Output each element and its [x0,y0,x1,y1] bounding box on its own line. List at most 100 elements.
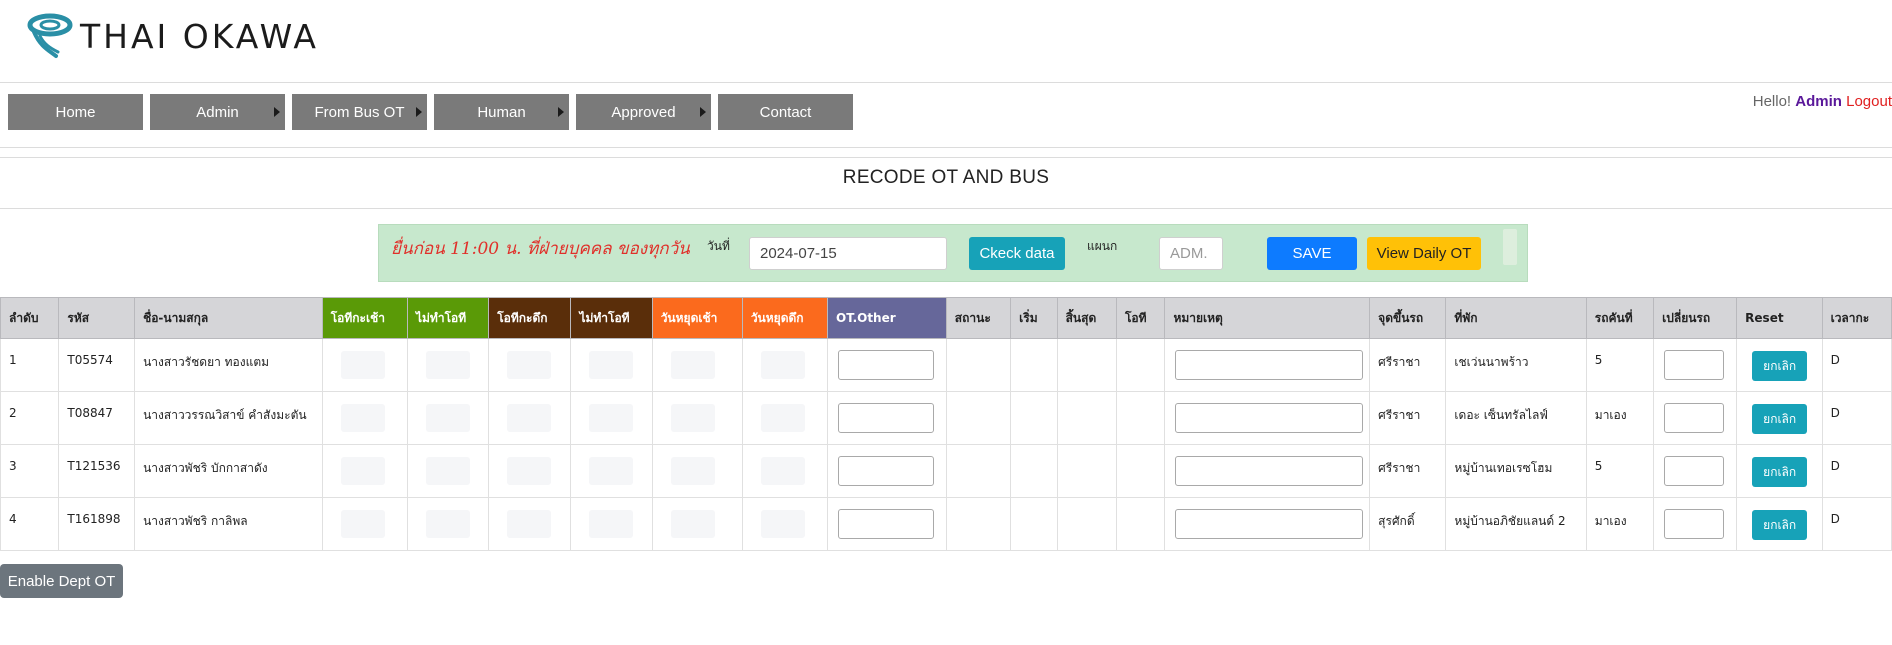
holiday-night-checkbox[interactable] [760,457,805,485]
cell-pickup: ศรีราชา [1369,444,1447,498]
cell-pickup: ศรีราชา [1369,338,1447,392]
col-header-ot: โอที [1115,297,1166,339]
checkbox-cell [406,338,490,392]
reset-cell: ยกเลิก [1736,338,1823,392]
check-data-button[interactable]: Ckeck data [969,237,1065,270]
cancel-button[interactable]: ยกเลิก [1752,457,1808,487]
cell-status [945,497,1012,551]
ot-other-input[interactable] [838,350,934,380]
ot-morning-checkbox[interactable] [340,404,385,432]
no-ot-morning-checkbox[interactable] [425,351,470,379]
change-car-input[interactable] [1664,509,1725,539]
reset-cell: ยกเลิก [1736,497,1823,551]
nav-admin[interactable]: Admin [150,94,285,130]
no-ot-morning-checkbox[interactable] [425,510,470,538]
remark-input[interactable] [1175,456,1364,486]
cell-no: 4 [0,497,60,551]
cell-car: มาเอง [1585,391,1655,445]
ot-night-checkbox[interactable] [507,351,552,379]
checkbox-cell [488,497,572,551]
cell-status [945,338,1012,392]
col-header-no: ลำดับ [0,297,60,339]
no-ot-night-checkbox[interactable] [589,351,634,379]
cell-ot [1115,497,1166,551]
col-header-pickup: จุดขึ้นรถ [1369,297,1447,339]
nav-contact[interactable]: Contact [718,94,853,130]
holiday-morning-checkbox[interactable] [670,351,715,379]
col-header-remark: หมายเหตุ [1164,297,1371,339]
cancel-button[interactable]: ยกเลิก [1752,510,1808,540]
remark-input[interactable] [1175,403,1364,433]
ot-night-checkbox[interactable] [507,404,552,432]
change-car-input[interactable] [1664,456,1725,486]
ot-other-input[interactable] [838,509,934,539]
checkbox-cell [651,444,743,498]
no-ot-morning-checkbox[interactable] [425,404,470,432]
nav-approved[interactable]: Approved [576,94,711,130]
checkbox-cell [651,391,743,445]
cell-residence: หมู่บ้านเทอเรซโฮม [1445,444,1587,498]
nav-human[interactable]: Human [434,94,569,130]
date-label: วันที่ [707,239,730,253]
holiday-night-checkbox[interactable] [760,510,805,538]
okawa-swirl-icon [27,13,73,58]
date-input[interactable]: 2024-07-15 [749,237,947,270]
no-ot-night-checkbox[interactable] [589,510,634,538]
cancel-button[interactable]: ยกเลิก [1752,404,1808,434]
holiday-night-checkbox[interactable] [760,351,805,379]
cell-pickup: สุรศักดิ์ [1369,497,1447,551]
logout-link[interactable]: Logout [1846,93,1892,110]
ot-night-checkbox[interactable] [507,457,552,485]
no-ot-morning-checkbox[interactable] [425,457,470,485]
ot-morning-checkbox[interactable] [340,351,385,379]
save-button[interactable]: SAVE [1267,237,1357,270]
user-greeting: Hello! Admin Logout [1753,93,1892,110]
cell-ot [1115,338,1166,392]
ot-morning-checkbox[interactable] [340,510,385,538]
remark-input[interactable] [1175,509,1364,539]
checkbox-cell [741,444,829,498]
checkbox-cell [570,497,653,551]
view-daily-ot-button[interactable]: View Daily OT [1367,237,1481,270]
holiday-morning-checkbox[interactable] [670,510,715,538]
ot-other-input[interactable] [838,403,934,433]
cell-shift: D [1821,338,1892,392]
ot-night-checkbox[interactable] [507,510,552,538]
no-ot-night-checkbox[interactable] [589,404,634,432]
nav-divider-bottom [0,157,1892,158]
page-title: RECODE OT AND BUS [842,167,1050,188]
holiday-morning-checkbox[interactable] [670,404,715,432]
nav-from-bus-ot[interactable]: From Bus OT [292,94,427,130]
enable-dept-ot-button[interactable]: Enable Dept OT [0,564,123,598]
holiday-morning-checkbox[interactable] [670,457,715,485]
ot-morning-checkbox[interactable] [340,457,385,485]
nav-divider-top [0,147,1892,148]
dept-label: แผนก [1087,239,1118,253]
change-car-input[interactable] [1664,350,1725,380]
col-header-no-ot-night: ไม่ทำโอที [570,297,653,339]
cell-name: นางสาวพัชริ บักกาสาดัง [134,444,323,498]
input-cell [827,391,947,445]
reset-cell: ยกเลิก [1736,444,1823,498]
checkbox-cell [741,497,829,551]
remark-input[interactable] [1175,350,1364,380]
cell-name: นางสาวรัชดยา ทองแตม [134,338,323,392]
dept-input[interactable]: ADM. [1159,237,1223,270]
nav-home[interactable]: Home [8,94,143,130]
dept-input-placeholder: ADM. [1170,245,1208,262]
table-header-row: ลำดับ รหัส ชื่อ-นามสกุล โอทีกะเช้า ไม่ทำ… [0,297,1892,339]
ot-other-input[interactable] [838,456,934,486]
toolbar-scrollbar[interactable] [1503,229,1517,265]
cell-name: นางสาววรรณวิสาข์ คำสังมะตัน [134,391,323,445]
nav-home-label: Home [55,103,96,121]
cancel-button[interactable]: ยกเลิก [1752,351,1808,381]
input-cell [1653,497,1738,551]
ot-toolbar: ยื่นก่อน 11:00 น. ที่ฝ่ายบุคคล ของทุกวัน… [378,224,1528,282]
holiday-night-checkbox[interactable] [760,404,805,432]
table-row: 1 T05574 นางสาวรัชดยา ทองแตม ศรีราชา เชเว่นน… [0,338,1892,392]
col-header-holiday-morning: วันหยุดเช้า [651,297,743,339]
change-car-input[interactable] [1664,403,1725,433]
cell-code: T05574 [58,338,136,392]
table-row: 3 T121536 นางสาวพัชริ บักกาสาดัง ศรีราชา หมู… [0,444,1892,498]
no-ot-night-checkbox[interactable] [589,457,634,485]
